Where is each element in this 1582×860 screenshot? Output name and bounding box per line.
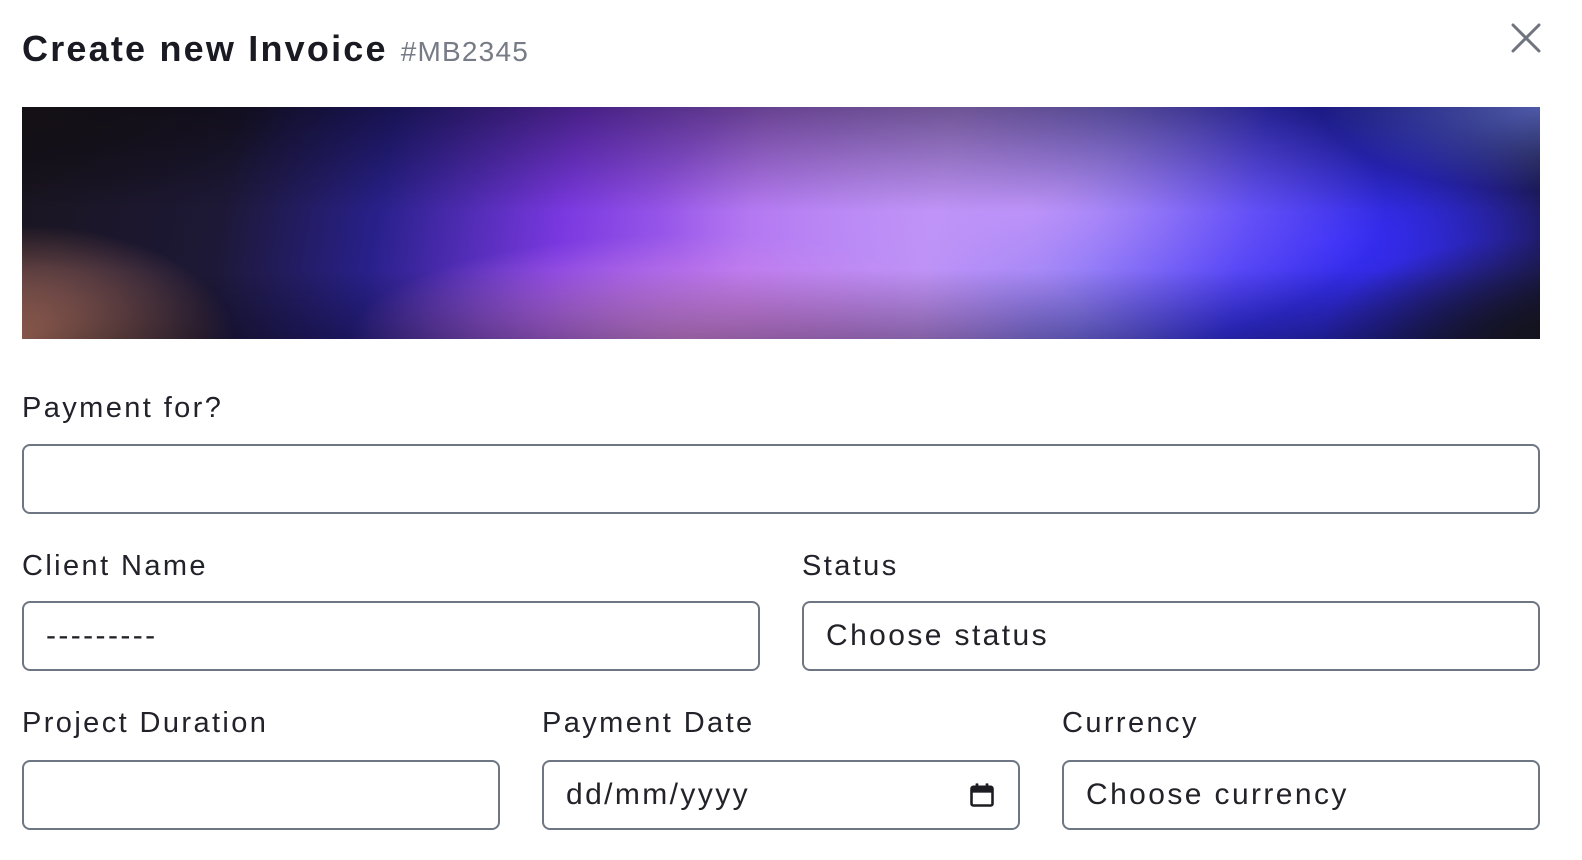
currency-select[interactable]: Choose currency — [1062, 760, 1540, 830]
status-select[interactable]: Choose status — [802, 601, 1540, 671]
create-invoice-modal: Create new Invoice #MB2345 Payment for? … — [0, 0, 1582, 860]
modal-title: Create new Invoice — [22, 28, 388, 69]
calendar-icon[interactable] — [968, 781, 996, 809]
close-icon — [1511, 23, 1541, 53]
client-name-select[interactable]: --------- — [22, 601, 760, 671]
payment-date-input[interactable]: dd/mm/yyyy — [542, 760, 1020, 830]
client-name-label: Client Name — [22, 550, 208, 582]
status-value: Choose status — [826, 619, 1049, 652]
modal-header: Create new Invoice #MB2345 — [22, 28, 529, 76]
invoice-id: #MB2345 — [400, 36, 529, 67]
banner-corner-glow — [22, 107, 1540, 339]
payment-for-label: Payment for? — [22, 392, 224, 424]
currency-label: Currency — [1062, 707, 1199, 739]
gradient-banner — [22, 107, 1540, 339]
project-duration-label: Project Duration — [22, 707, 269, 739]
client-name-value: --------- — [46, 619, 158, 652]
payment-date-value: dd/mm/yyyy — [566, 778, 751, 811]
currency-value: Choose currency — [1086, 778, 1349, 811]
status-label: Status — [802, 550, 899, 582]
close-button[interactable] — [1506, 18, 1546, 58]
payment-for-input[interactable] — [22, 444, 1540, 514]
payment-date-label: Payment Date — [542, 707, 755, 739]
project-duration-input[interactable] — [22, 760, 500, 830]
